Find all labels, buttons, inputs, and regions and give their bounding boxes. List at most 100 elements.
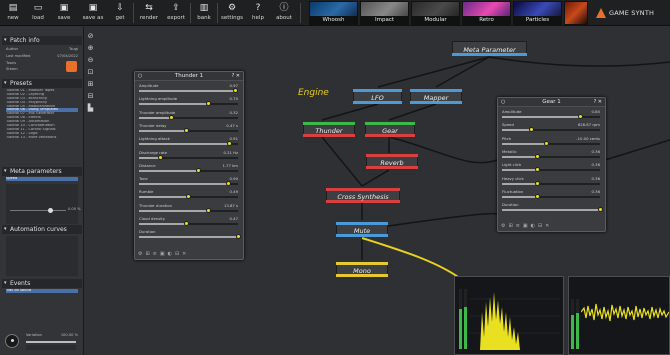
modulation-knob[interactable] [233,88,239,93]
modulation-knob[interactable] [196,167,202,173]
param-name: Amplitude [139,83,159,88]
node-label: LFO [371,94,384,102]
window-controls[interactable]: ? ✕ [232,72,240,81]
window-menu-icon[interactable]: ○ [501,98,505,107]
node-meta-parameter[interactable]: Meta Parameter [452,41,527,56]
param-lightning-attack[interactable]: Lightning attack 0.91 [138,136,240,148]
window-header[interactable]: ○ Thunder 1 ? ✕ [135,72,243,81]
slider-fill [502,116,581,118]
param-slider[interactable] [139,207,238,213]
param-name: Thunder delay [139,122,167,128]
modulation-knob[interactable] [206,207,212,213]
connection-line [488,56,670,67]
param-fluctuation[interactable]: Fluctuation 0.36 [501,189,602,201]
param-cloud-density[interactable]: Cloud density 0.47 [138,216,240,228]
param-rumble[interactable]: Rumble 0.49 [138,189,240,201]
param-tone[interactable]: Tone 0.90 [138,176,240,188]
param-speed[interactable]: Speed 628.87 rpm [501,122,602,134]
param-slider[interactable] [502,114,600,119]
param-slider[interactable] [502,167,600,173]
param-value: 0.36 [591,175,600,181]
param-heavy-click[interactable]: Heavy click 0.36 [501,176,602,188]
connection-line [361,169,390,187]
param-slider[interactable] [139,154,238,160]
param-slider[interactable] [139,167,238,173]
param-thunder-delay[interactable]: Thunder delay 0.47 s [138,123,240,135]
param-slider[interactable] [502,127,600,133]
modulation-knob[interactable] [535,180,541,186]
param-name: Speed [502,122,514,128]
level-meter-right [464,289,467,349]
param-slider[interactable] [502,153,600,159]
param-slider[interactable] [139,181,238,187]
param-distance[interactable]: Distance 1.77 km [138,163,240,175]
modulation-knob[interactable] [236,234,241,240]
window-menu-icon[interactable]: ○ [138,72,142,81]
param-slider[interactable] [139,101,238,107]
modulation-knob[interactable] [206,101,212,107]
param-slider[interactable] [502,180,600,186]
param-pitch[interactable]: Pitch -10.00 cents [501,136,602,148]
param-slider[interactable] [139,127,238,133]
node-gear[interactable]: Gear [365,122,415,137]
param-name: Thunder duration [139,202,173,208]
param-thunder-duration[interactable]: Thunder duration 13.87 s [138,203,240,215]
param-lightning-amplitude[interactable]: Lightning amplitude 0.70 [138,96,240,108]
param-slider[interactable] [502,207,603,213]
window-controls[interactable]: ? ✕ [594,98,602,107]
window-footer-icons[interactable]: ⚙⊞≡▣◐⊟✕ [138,251,240,257]
slider-fill [139,209,209,212]
node-lfo[interactable]: LFO [353,89,402,104]
param-slider[interactable] [139,234,241,240]
modulation-knob[interactable] [183,127,189,133]
param-name: Rumble [139,189,154,195]
node-mapper[interactable]: Mapper [410,89,462,104]
param-thunder-amplitude[interactable]: Thunder amplitude 0.32 [138,110,240,122]
param-discharge-rate[interactable]: Discharge rate 0.21 Hz [138,150,240,162]
param-slider[interactable] [502,193,600,199]
param-name: Tone [139,176,148,182]
modulation-knob[interactable] [578,114,584,119]
modulation-knob[interactable] [168,114,174,120]
param-light-click[interactable]: Light click 0.36 [501,162,602,174]
modulation-knob[interactable] [544,140,550,146]
param-slider[interactable] [139,114,238,120]
param-amplitude[interactable]: Amplitude 0.80 [501,109,602,121]
window-footer-icons[interactable]: ⚙⊞≡▣◐⊟✕ [501,223,602,229]
param-slider[interactable] [139,88,239,93]
param-metallic[interactable]: Metallic 0.36 [501,149,602,161]
modulation-knob[interactable] [535,153,541,159]
node-cross-synthesis[interactable]: Cross Synthesis [326,188,400,203]
param-slider[interactable] [139,141,238,147]
modulation-knob[interactable] [227,141,233,147]
modulation-knob[interactable] [535,193,541,199]
param-amplitude[interactable]: Amplitude 0.97 [138,83,240,95]
param-value: 0.70 [229,96,238,102]
param-slider[interactable] [139,221,238,226]
param-slider[interactable] [502,140,600,146]
param-value: 0.36 [591,148,600,154]
param-slider[interactable] [139,194,238,200]
slider-fill [502,129,532,132]
node-mono[interactable]: Mono [336,262,388,277]
param-name: Duration [502,202,519,208]
modulation-knob[interactable] [226,181,232,187]
modulation-knob[interactable] [529,127,535,133]
window-title: Gear 1 [542,99,561,105]
modulation-knob[interactable] [185,194,191,200]
node-thunder[interactable]: Thunder [303,122,355,137]
connection-line [435,56,490,88]
window-header[interactable]: ○ Gear 1 ? ✕ [498,98,605,107]
modulation-knob[interactable] [183,221,189,226]
node-reverb[interactable]: Reverb [366,154,418,169]
param-duration[interactable]: Duration [138,229,241,241]
gear-window[interactable]: ○ Gear 1 ? ✕ Amplitude 0.80 Speed 628.87 rpm P… [497,97,606,232]
thunder-window[interactable]: ○ Thunder 1 ? ✕ Amplitude 0.97 Lightning amp… [134,71,244,260]
modulation-knob[interactable] [535,167,541,173]
param-duration[interactable]: Duration [501,202,603,214]
modulation-knob[interactable] [598,207,603,213]
modulation-knob[interactable] [157,154,163,160]
param-value: 0.36 [591,162,600,168]
connection-line [321,136,363,187]
node-mute[interactable]: Mute [336,222,388,237]
